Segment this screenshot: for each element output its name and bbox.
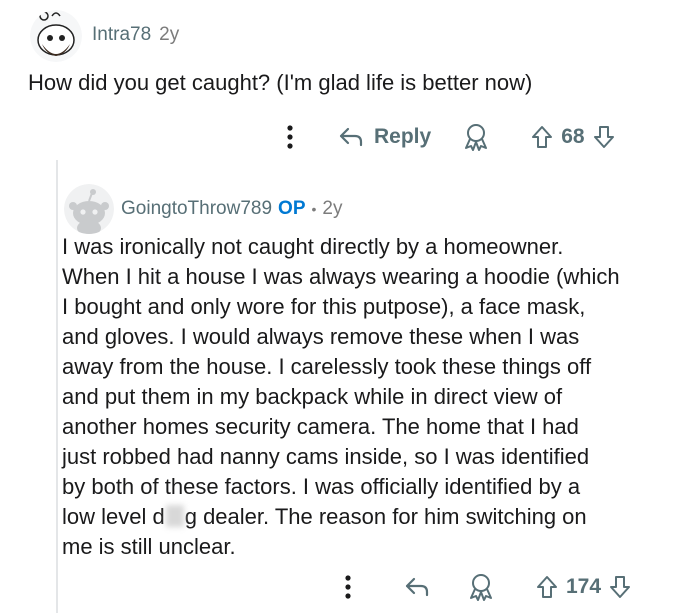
- downvote-icon[interactable]: [609, 575, 631, 599]
- body-line: me is still unclear.: [62, 534, 236, 559]
- reply-icon: [338, 126, 364, 148]
- comment-age: 2y: [159, 24, 180, 45]
- vote-count: 68: [561, 125, 585, 148]
- more-options-icon[interactable]: [344, 574, 352, 600]
- comment-body: I was ironically not caught directly by …: [62, 232, 692, 562]
- thread-line[interactable]: [56, 160, 58, 613]
- body-line: and gloves. I would always remove these …: [62, 324, 580, 349]
- body-line: another homes security camera. The home …: [62, 414, 579, 439]
- body-line: by both of these factors. I was official…: [62, 474, 581, 499]
- downvote-icon[interactable]: [593, 125, 615, 149]
- reply-button[interactable]: Reply: [338, 125, 431, 149]
- body-line: I bought and only wore for this putpose)…: [62, 294, 586, 319]
- body-line: low level d g dealer. The reason for him …: [62, 502, 692, 532]
- body-line: and put them in my backpack while in dir…: [62, 384, 563, 409]
- upvote-icon[interactable]: [536, 575, 558, 599]
- comment-actions: Reply 68: [286, 122, 615, 152]
- award-icon[interactable]: [468, 573, 494, 601]
- comment-actions: 174: [344, 572, 631, 602]
- body-line: I was ironically not caught directly by …: [62, 234, 564, 259]
- reply-label: Reply: [374, 125, 432, 148]
- body-text-fragment: g dealer. The reason for him switching o…: [184, 504, 587, 529]
- vote-count: 174: [566, 575, 602, 598]
- comment-author[interactable]: Intra78: [92, 24, 151, 46]
- censor-blur: [165, 505, 184, 527]
- award-icon[interactable]: [463, 123, 489, 151]
- body-line: away from the house. I carelessly took t…: [62, 354, 592, 379]
- comment-age: 2y: [322, 198, 343, 219]
- more-options-icon[interactable]: [286, 124, 294, 150]
- reply-icon[interactable]: [404, 576, 430, 598]
- op-badge: OP: [278, 198, 306, 219]
- snoo-avatar-icon: [30, 10, 82, 62]
- body-line: When I hit a house I was always wearing …: [62, 264, 620, 289]
- upvote-icon[interactable]: [531, 125, 553, 149]
- body-text-fragment: low level d: [62, 504, 165, 529]
- avatar[interactable]: [64, 184, 114, 234]
- avatar[interactable]: [30, 10, 82, 62]
- comment-body: How did you get caught? (I'm glad life i…: [28, 70, 533, 95]
- comment-author[interactable]: GoingtoThrow789: [121, 198, 272, 220]
- snoo-avatar-icon: [64, 184, 114, 234]
- body-line: just robbed had nanny cams inside, so I …: [62, 444, 590, 469]
- meta-separator: •: [311, 201, 317, 217]
